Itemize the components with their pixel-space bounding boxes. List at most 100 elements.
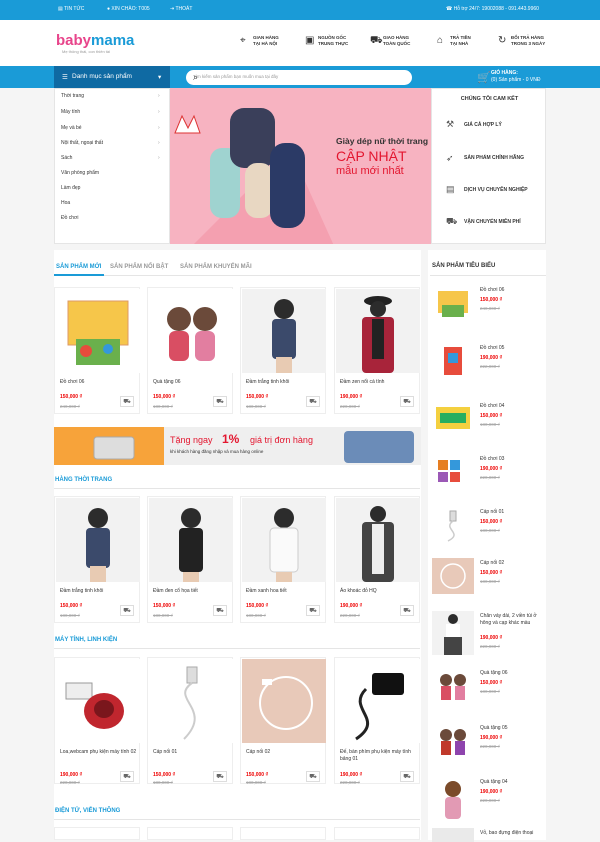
featured-item[interactable]: Đồ chơi 05 190,000 ₫ 222,000 ₫ [430,341,546,399]
featured-item[interactable]: Vỏ, bao đựng điện thoại [430,826,546,842]
tab-featured-products[interactable]: SẢN PHẨM NỔI BẬT [110,264,168,270]
cart-icon[interactable]: ⛟ [213,396,227,407]
product-name[interactable]: Đế, bàn phím phụ kiện máy tính bảng 01 [340,749,418,763]
category-item[interactable]: Làm đẹp [61,185,80,191]
featured-item[interactable]: Quà tặng 06 150,000 ₫ 180,000 ₫ [430,666,546,724]
tab-new-products[interactable]: SẢN PHẨM MỚI [56,264,101,270]
document-icon: ▤ [446,184,455,194]
hero-banner[interactable]: Giày dép nữ thời trang CẬP NHẬT mẫu mới … [170,88,431,244]
product-old-price: 240,000 ₫ [60,404,80,409]
product-card[interactable]: Cáp nối 02 150,000 ₫ 180,000 ₫ ⛟ [240,657,326,785]
cart-icon[interactable]: ⛟ [400,605,414,616]
cart-icon[interactable]: ⛟ [400,771,414,782]
section-title-electronics[interactable]: ĐIỆN TỬ, VIỄN THÔNG [55,808,120,814]
product-name[interactable]: Đầm trắng tinh khôi [60,588,138,595]
featured-title: SẢN PHẨM TIÊU BIỂU [432,263,496,269]
featured-item[interactable]: Chân váy dài, 2 viền túi ở hông và cạp k… [430,609,546,667]
feature-delivery: ⛟ GIAO HÀNG TOÀN QUỐC [370,35,411,46]
category-menu-button[interactable]: ☰ Danh mục sản phẩm ▾ [54,66,170,88]
promo-ad-banner[interactable]: Tặng ngay 1% giá trị đơn hàng khi khách … [54,427,421,465]
product-name[interactable]: Cáp nối 02 [246,749,324,756]
featured-item[interactable]: Quà tặng 05 190,000 ₫ 220,000 ₫ [430,721,546,779]
product-name[interactable]: Đầm xanh hoa tiết [246,588,324,595]
category-item[interactable]: Nội thất, ngoại thất [61,140,103,146]
category-item[interactable]: Máy tính [61,109,80,115]
product-price: 190,000 ₫ [340,603,363,609]
product-card[interactable]: Cáp nối 01 150,000 ₫ 180,000 ₫ ⛟ [147,657,233,785]
product-image [56,289,140,373]
section-title-fashion[interactable]: HÀNG THỜI TRANG [55,477,112,483]
category-item[interactable]: Hoa [61,200,70,206]
product-card[interactable]: Đầm trắng tinh khôi 150,000 ₫ 180,000 ₫ … [240,287,326,414]
category-item[interactable]: Văn phòng phẩm [61,170,99,176]
product-card[interactable]: Áo khoác đỏ HQ 190,000 ₫ 220,000 ₫ ⛟ [334,496,420,623]
product-card[interactable]: Đế, bàn phím phụ kiện máy tính bảng 01 1… [334,657,420,785]
product-name[interactable]: Quà tặng 06 [153,379,231,386]
cart-icon[interactable]: ⛟ [213,605,227,616]
divider [430,275,546,276]
divider [54,648,420,649]
product-card[interactable] [54,827,140,840]
product-card[interactable]: Đầm zen nổi cá tính 190,000 ₫ 220,000 ₫ … [334,287,420,414]
cart-icon[interactable]: ⛟ [306,771,320,782]
cart-icon[interactable]: ⛟ [306,396,320,407]
cart-icon[interactable]: ⛟ [120,396,134,407]
featured-item[interactable]: Quà tặng 04 190,000 ₫ 220,000 ₫ [430,775,546,833]
product-thumb [432,454,474,490]
category-item[interactable]: Sách [61,155,72,161]
greeting-link[interactable]: ● XIN CHÀO: T005 [107,6,150,12]
cart-icon[interactable]: ⛟ [120,605,134,616]
category-item[interactable]: Thời trang [61,93,84,99]
chevron-right-icon: › [158,93,160,99]
product-thumb [432,507,474,543]
section-title-computer[interactable]: MÁY TÍNH, LINH KIỆN [55,637,117,643]
product-thumb [432,401,474,437]
featured-item[interactable]: Đồ chơi 03 190,000 ₫ 220,000 ₫ [430,452,546,510]
product-name[interactable]: Đầm đen cổ họa tiết [153,588,231,595]
product-image [56,498,140,582]
product-card[interactable] [334,827,420,840]
product-name[interactable]: Đầm trắng tinh khôi [246,379,324,386]
product-name[interactable]: Áo khoác đỏ HQ [340,588,418,595]
search-icon[interactable]: ⌕ [193,72,408,83]
feature-store: ⌖ GIAN HÀNG TẠI HÀ NỘI [240,35,279,46]
cart-icon[interactable]: ⛟ [400,396,414,407]
logout-link[interactable]: ⇥ THOÁT [170,6,192,12]
product-card[interactable]: Đầm xanh hoa tiết 150,000 ₫ 180,000 ₫ ⛟ [240,496,326,623]
logo[interactable]: babymama [56,32,134,49]
featured-item[interactable]: Cáp nối 02 150,000 ₫ 180,000 ₫ [430,556,546,614]
featured-item[interactable]: Đồ chơi 04 150,000 ₫ 180,000 ₫ [430,399,546,457]
category-item[interactable]: Đồ chơi [61,215,78,221]
featured-item[interactable]: Cáp nối 01 150,000 ₫ 180,000 ₫ [430,505,546,563]
product-card[interactable]: Đầm đen cổ họa tiết 150,000 ₫ 180,000 ₫ … [147,496,233,623]
feature-pay: ⌂ TRẢ TIỀN TẠI NHÀ [437,35,471,46]
feature-origin: ▣ NGUỒN GỐC TRUNG THỰC [305,35,349,46]
product-card[interactable]: Quà tặng 06 150,000 ₫ 180,000 ₫ ⛟ [147,287,233,414]
feature-return: ↻ ĐỔI TRẢ HÀNG TRONG 3 NGÀY [498,35,546,46]
cart-icon[interactable]: ⛟ [213,771,227,782]
product-image [149,659,233,743]
featured-item[interactable]: Đồ chơi 06 150,000 ₫ 240,000 ₫ [430,283,546,341]
cart-icon[interactable]: ⛟ [306,605,320,616]
product-thumb [432,558,474,594]
product-name[interactable]: Cáp nối 01 [153,749,231,756]
product-name[interactable]: Loa,webcam phụ kiện máy tính 02 [60,749,138,756]
product-card[interactable] [240,827,326,840]
cart-icon[interactable]: ⛟ [120,771,134,782]
search-input[interactable]: Tìm kiếm sản phẩm bạn muốn mua tại đây ⌕ [186,70,412,85]
news-link[interactable]: ▤ TIN TỨC [58,6,84,12]
product-card[interactable]: Đồ chơi 06 150,000 ₫ 240,000 ₫ ⛟ [54,287,140,414]
tab-sale-products[interactable]: SẢN PHẨM KHUYẾN MÃI [180,264,252,270]
category-item[interactable]: Mẹ và bé [61,125,82,131]
product-old-price: 180,000 ₫ [153,780,173,785]
product-name[interactable]: Đầm zen nổi cá tính [340,379,418,386]
product-card[interactable]: Loa,webcam phụ kiện máy tính 02 190,000 … [54,657,140,785]
product-image [242,289,326,373]
top-bar: ▤ TIN TỨC ● XIN CHÀO: T005 ⇥ THOÁT ☎ Hỗ … [0,0,600,20]
product-card[interactable] [147,827,233,840]
product-card[interactable]: Đầm trắng tinh khôi 150,000 ₫ 180,000 ₫ … [54,496,140,623]
divider [54,275,420,276]
product-old-price: 220,000 ₫ [340,613,360,618]
product-old-price: 180,000 ₫ [153,404,173,409]
product-name[interactable]: Đồ chơi 06 [60,379,138,386]
